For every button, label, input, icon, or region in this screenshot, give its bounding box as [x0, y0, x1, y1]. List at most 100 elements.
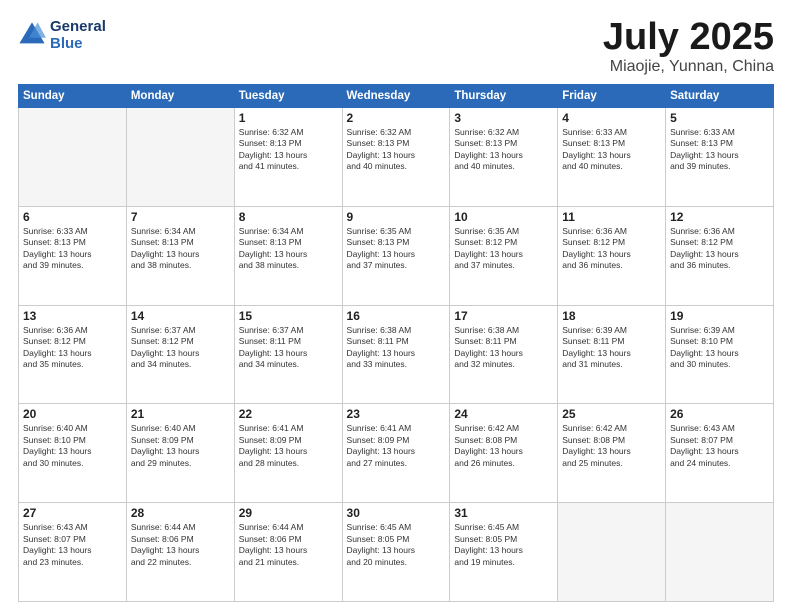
day-number: 16 [347, 309, 446, 323]
logo: General Blue [18, 18, 106, 52]
calendar-cell: 21 Sunrise: 6:40 AM Sunset: 8:09 PM Dayli… [126, 404, 234, 503]
calendar-cell: 26Sunrise: 6:43 AM Sunset: 8:07 PM Dayli… [666, 404, 774, 503]
week-row-5: 27 Sunrise: 6:43 AM Sunset: 8:07 PM Dayli… [19, 503, 774, 602]
cell-text: Sunrise: 6:37 AM Sunset: 8:12 PM Dayligh… [131, 325, 230, 371]
cell-text: Sunrise: 6:33 AM Sunset: 8:13 PM Dayligh… [23, 226, 122, 272]
cell-text: Sunrise: 6:37 AM Sunset: 8:11 PM Dayligh… [239, 325, 338, 371]
cell-text: Sunrise: 6:43 AM Sunset: 8:07 PM Dayligh… [670, 423, 769, 469]
cell-text: Sunrise: 6:36 AM Sunset: 8:12 PM Dayligh… [562, 226, 661, 272]
calendar-cell: 11 Sunrise: 6:36 AM Sunset: 8:12 PM Dayli… [558, 206, 666, 305]
calendar-cell: 17 Sunrise: 6:38 AM Sunset: 8:11 PM Dayli… [450, 305, 558, 404]
day-number: 20 [23, 407, 122, 421]
title-area: July 2025 Miaojie, Yunnan, China [603, 18, 774, 76]
header: General Blue July 2025 Miaojie, Yunnan, … [18, 18, 774, 76]
day-number: 4 [562, 111, 661, 125]
calendar-cell [19, 108, 127, 207]
cell-text: Sunrise: 6:32 AM Sunset: 8:13 PM Dayligh… [347, 127, 446, 173]
calendar-cell: 19Sunrise: 6:39 AM Sunset: 8:10 PM Dayli… [666, 305, 774, 404]
cell-text: Sunrise: 6:38 AM Sunset: 8:11 PM Dayligh… [347, 325, 446, 371]
day-number: 23 [347, 407, 446, 421]
weekday-header-wednesday: Wednesday [342, 85, 450, 108]
calendar-cell: 31Sunrise: 6:45 AM Sunset: 8:05 PM Dayli… [450, 503, 558, 602]
calendar-cell: 9 Sunrise: 6:35 AM Sunset: 8:13 PM Daylig… [342, 206, 450, 305]
calendar-cell: 10Sunrise: 6:35 AM Sunset: 8:12 PM Dayli… [450, 206, 558, 305]
calendar-cell: 8 Sunrise: 6:34 AM Sunset: 8:13 PM Daylig… [234, 206, 342, 305]
calendar-cell: 12 Sunrise: 6:36 AM Sunset: 8:12 PM Dayli… [666, 206, 774, 305]
day-number: 24 [454, 407, 553, 421]
day-number: 12 [670, 210, 769, 224]
day-number: 13 [23, 309, 122, 323]
cell-text: Sunrise: 6:44 AM Sunset: 8:06 PM Dayligh… [239, 522, 338, 568]
cell-text: Sunrise: 6:36 AM Sunset: 8:12 PM Dayligh… [670, 226, 769, 272]
weekday-header-sunday: Sunday [19, 85, 127, 108]
cell-text: Sunrise: 6:44 AM Sunset: 8:06 PM Dayligh… [131, 522, 230, 568]
calendar-cell: 25 Sunrise: 6:42 AM Sunset: 8:08 PM Dayli… [558, 404, 666, 503]
day-number: 5 [670, 111, 769, 125]
calendar-cell: 6Sunrise: 6:33 AM Sunset: 8:13 PM Daylig… [19, 206, 127, 305]
calendar-cell [126, 108, 234, 207]
day-number: 17 [454, 309, 553, 323]
day-number: 15 [239, 309, 338, 323]
cell-text: Sunrise: 6:41 AM Sunset: 8:09 PM Dayligh… [239, 423, 338, 469]
calendar-cell: 23Sunrise: 6:41 AM Sunset: 8:09 PM Dayli… [342, 404, 450, 503]
day-number: 8 [239, 210, 338, 224]
calendar-cell: 18Sunrise: 6:39 AM Sunset: 8:11 PM Dayli… [558, 305, 666, 404]
calendar-cell [666, 503, 774, 602]
calendar-cell: 3 Sunrise: 6:32 AM Sunset: 8:13 PM Daylig… [450, 108, 558, 207]
day-number: 27 [23, 506, 122, 520]
day-number: 29 [239, 506, 338, 520]
day-number: 2 [347, 111, 446, 125]
calendar-cell: 30 Sunrise: 6:45 AM Sunset: 8:05 PM Dayli… [342, 503, 450, 602]
calendar-cell: 22Sunrise: 6:41 AM Sunset: 8:09 PM Dayli… [234, 404, 342, 503]
day-number: 9 [347, 210, 446, 224]
calendar-table: SundayMondayTuesdayWednesdayThursdayFrid… [18, 84, 774, 602]
calendar-cell: 5Sunrise: 6:33 AM Sunset: 8:13 PM Daylig… [666, 108, 774, 207]
cell-text: Sunrise: 6:42 AM Sunset: 8:08 PM Dayligh… [562, 423, 661, 469]
day-number: 25 [562, 407, 661, 421]
cell-text: Sunrise: 6:39 AM Sunset: 8:11 PM Dayligh… [562, 325, 661, 371]
week-row-3: 13 Sunrise: 6:36 AM Sunset: 8:12 PM Dayli… [19, 305, 774, 404]
cell-text: Sunrise: 6:34 AM Sunset: 8:13 PM Dayligh… [239, 226, 338, 272]
calendar-cell: 24 Sunrise: 6:42 AM Sunset: 8:08 PM Dayli… [450, 404, 558, 503]
cell-text: Sunrise: 6:43 AM Sunset: 8:07 PM Dayligh… [23, 522, 122, 568]
calendar-cell: 27 Sunrise: 6:43 AM Sunset: 8:07 PM Dayli… [19, 503, 127, 602]
logo-text: General Blue [50, 18, 106, 52]
calendar-cell: 29 Sunrise: 6:44 AM Sunset: 8:06 PM Dayli… [234, 503, 342, 602]
week-row-2: 6Sunrise: 6:33 AM Sunset: 8:13 PM Daylig… [19, 206, 774, 305]
calendar-cell [558, 503, 666, 602]
calendar-cell: 15 Sunrise: 6:37 AM Sunset: 8:11 PM Dayli… [234, 305, 342, 404]
day-number: 3 [454, 111, 553, 125]
calendar-cell: 16 Sunrise: 6:38 AM Sunset: 8:11 PM Dayli… [342, 305, 450, 404]
day-number: 30 [347, 506, 446, 520]
cell-text: Sunrise: 6:33 AM Sunset: 8:13 PM Dayligh… [562, 127, 661, 173]
cell-text: Sunrise: 6:40 AM Sunset: 8:09 PM Dayligh… [131, 423, 230, 469]
weekday-header-saturday: Saturday [666, 85, 774, 108]
cell-text: Sunrise: 6:36 AM Sunset: 8:12 PM Dayligh… [23, 325, 122, 371]
day-number: 14 [131, 309, 230, 323]
calendar-cell: 28 Sunrise: 6:44 AM Sunset: 8:06 PM Dayli… [126, 503, 234, 602]
cell-text: Sunrise: 6:38 AM Sunset: 8:11 PM Dayligh… [454, 325, 553, 371]
day-number: 7 [131, 210, 230, 224]
day-number: 31 [454, 506, 553, 520]
week-row-1: 1Sunrise: 6:32 AM Sunset: 8:13 PM Daylig… [19, 108, 774, 207]
page: General Blue July 2025 Miaojie, Yunnan, … [0, 0, 792, 612]
cell-text: Sunrise: 6:34 AM Sunset: 8:13 PM Dayligh… [131, 226, 230, 272]
cell-text: Sunrise: 6:32 AM Sunset: 8:13 PM Dayligh… [454, 127, 553, 173]
location-title: Miaojie, Yunnan, China [603, 58, 774, 76]
weekday-header-tuesday: Tuesday [234, 85, 342, 108]
calendar-cell: 20 Sunrise: 6:40 AM Sunset: 8:10 PM Dayli… [19, 404, 127, 503]
cell-text: Sunrise: 6:40 AM Sunset: 8:10 PM Dayligh… [23, 423, 122, 469]
day-number: 11 [562, 210, 661, 224]
cell-text: Sunrise: 6:42 AM Sunset: 8:08 PM Dayligh… [454, 423, 553, 469]
cell-text: Sunrise: 6:45 AM Sunset: 8:05 PM Dayligh… [347, 522, 446, 568]
day-number: 21 [131, 407, 230, 421]
calendar-cell: 7 Sunrise: 6:34 AM Sunset: 8:13 PM Daylig… [126, 206, 234, 305]
cell-text: Sunrise: 6:32 AM Sunset: 8:13 PM Dayligh… [239, 127, 338, 173]
logo-icon [18, 21, 46, 49]
day-number: 28 [131, 506, 230, 520]
cell-text: Sunrise: 6:35 AM Sunset: 8:13 PM Dayligh… [347, 226, 446, 272]
calendar-cell: 1Sunrise: 6:32 AM Sunset: 8:13 PM Daylig… [234, 108, 342, 207]
weekday-header-friday: Friday [558, 85, 666, 108]
day-number: 10 [454, 210, 553, 224]
calendar-cell: 14 Sunrise: 6:37 AM Sunset: 8:12 PM Dayli… [126, 305, 234, 404]
